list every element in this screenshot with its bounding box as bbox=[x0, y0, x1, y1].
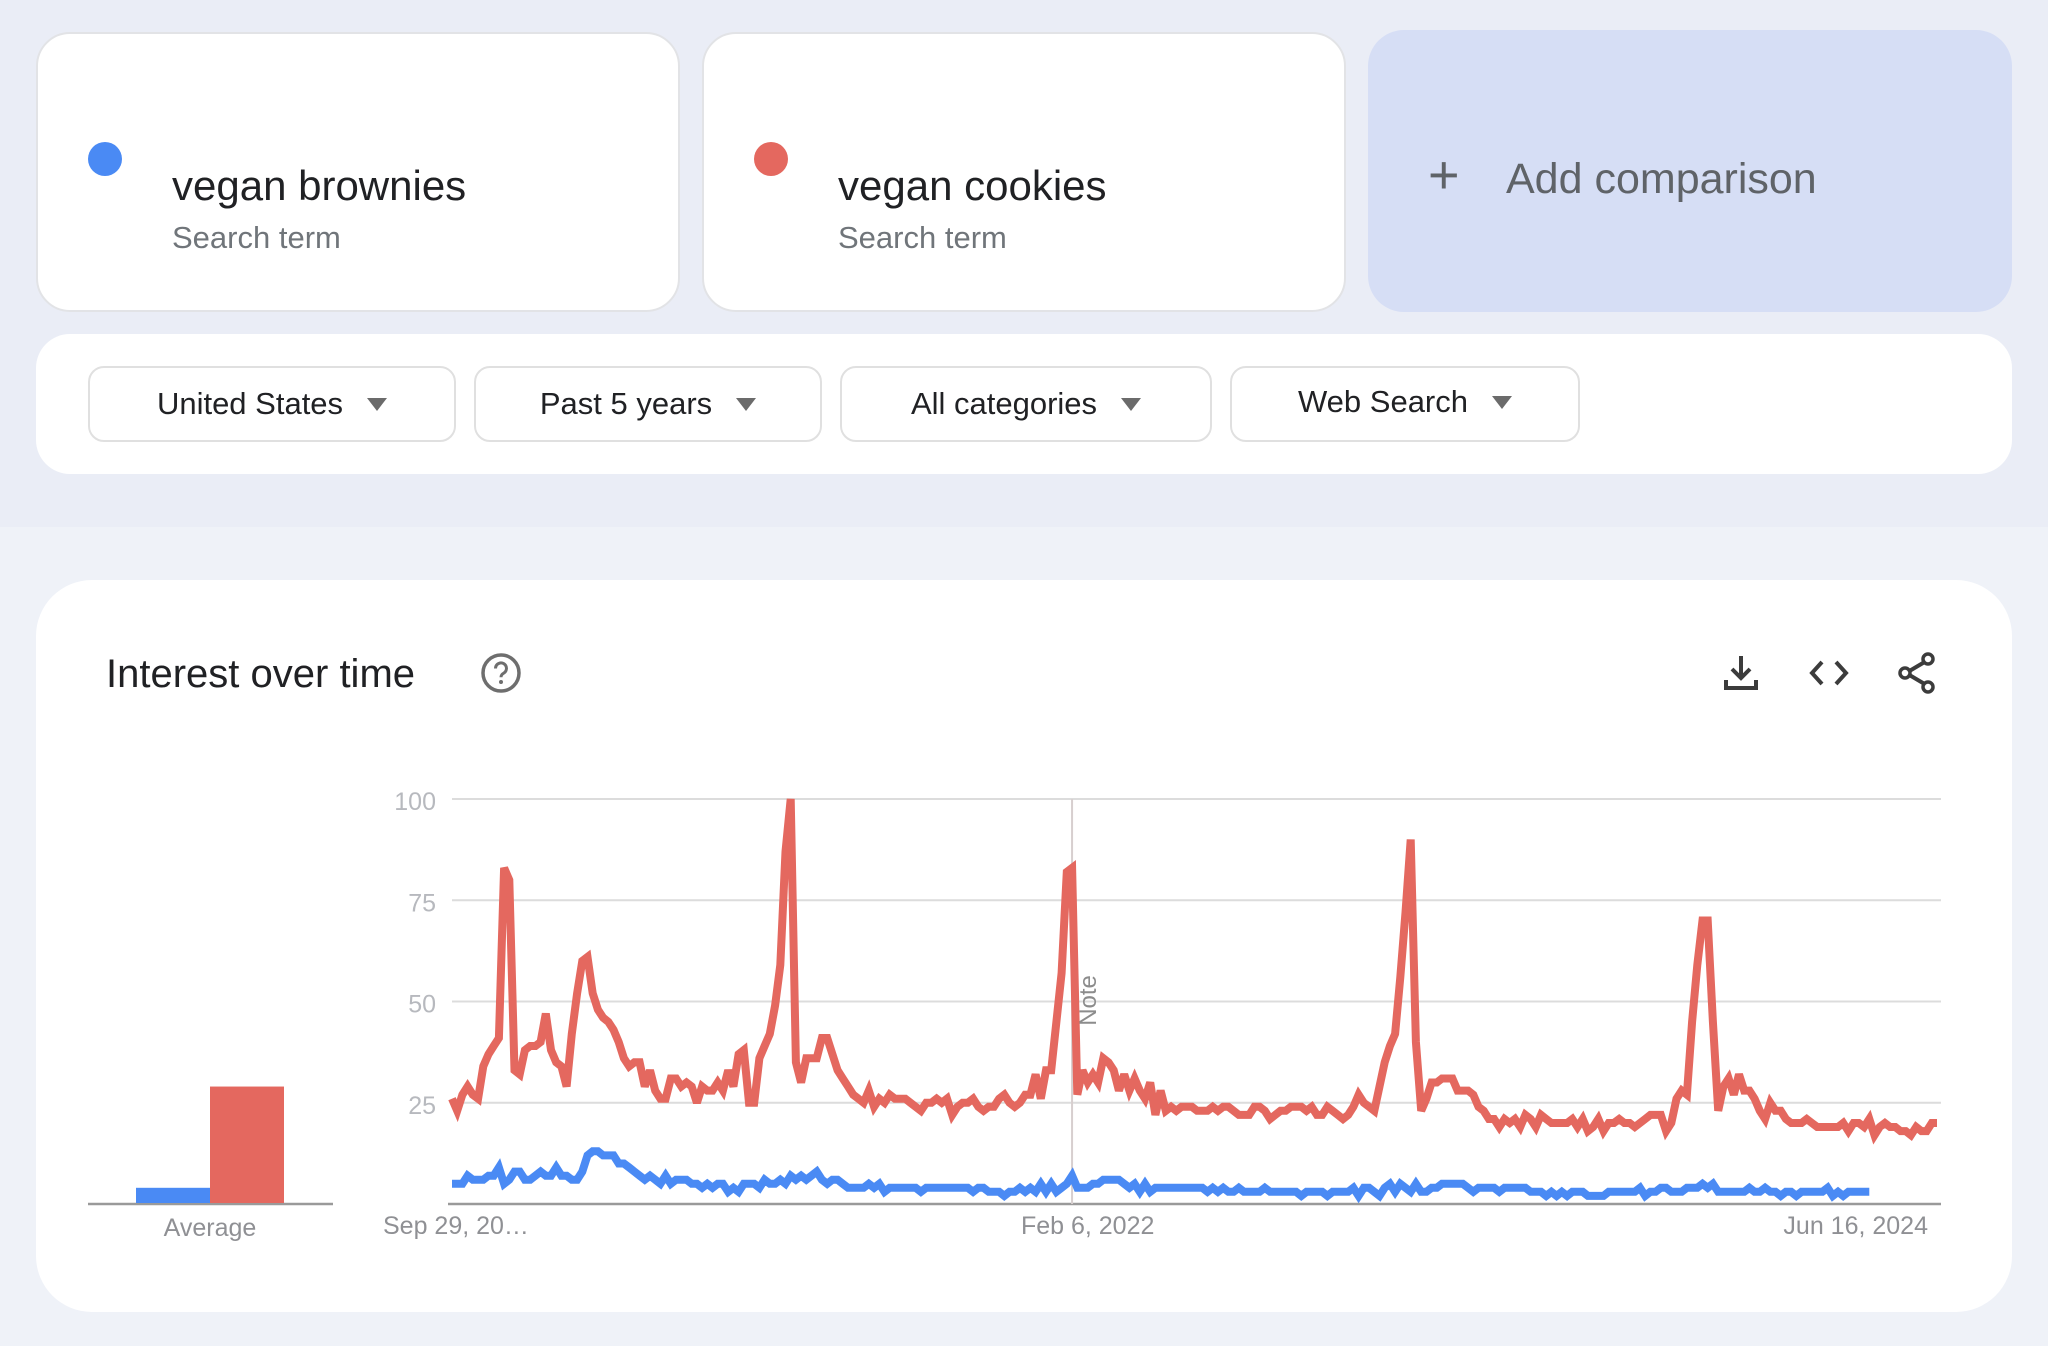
series-line-vegan-brownies bbox=[452, 1147, 1870, 1204]
line-series bbox=[448, 798, 1937, 1204]
x-tick-label: Sep 29, 20… bbox=[383, 1212, 529, 1240]
x-tick-label: Feb 6, 2022 bbox=[1021, 1212, 1154, 1240]
x-tick-label: Jun 16, 2024 bbox=[1783, 1212, 1928, 1240]
average-bar-vegan-cookies bbox=[210, 1086, 284, 1203]
average-label: Average bbox=[164, 1214, 257, 1242]
average-bar-vegan-brownies bbox=[136, 1187, 210, 1203]
interest-chart: Average 25 50 75 100 Note Sep 29, 20… Feb 6, 2… bbox=[88, 788, 1941, 1242]
y-tick-label: 75 bbox=[408, 889, 436, 917]
gridlines bbox=[448, 798, 1941, 1206]
y-tick-label: 100 bbox=[394, 788, 436, 816]
y-tick-label: 25 bbox=[408, 1092, 436, 1120]
average-bar-chart: Average bbox=[88, 1086, 333, 1242]
series-line-vegan-cookies bbox=[448, 798, 1937, 1145]
note-annotation: Note bbox=[1075, 975, 1102, 1026]
y-tick-label: 50 bbox=[408, 991, 436, 1019]
